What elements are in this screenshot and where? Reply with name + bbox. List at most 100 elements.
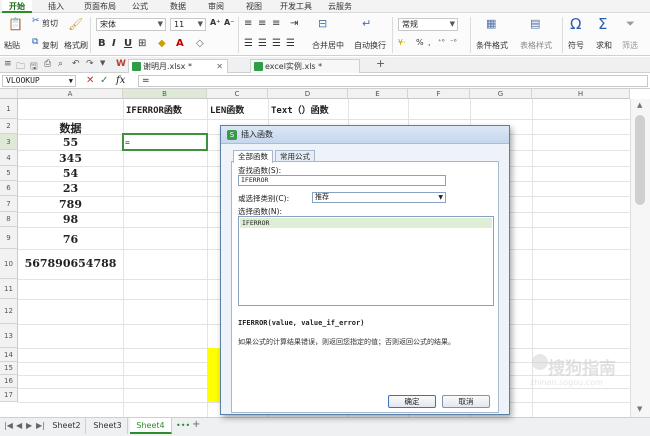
insert-function-button[interactable]: fx bbox=[116, 75, 125, 87]
table-style-icon[interactable]: ▤ bbox=[530, 17, 540, 30]
name-box[interactable]: VLOOKUP ▼ bbox=[2, 75, 76, 87]
align-middle-icon[interactable]: ≡ bbox=[258, 18, 266, 29]
font-name-select[interactable]: 宋体 ▼ bbox=[96, 18, 166, 31]
row-header[interactable]: 17 bbox=[0, 388, 18, 402]
cell-d1[interactable]: Text（）函数 bbox=[271, 103, 329, 116]
close-icon[interactable]: ✕ bbox=[216, 60, 223, 73]
clear-format-icon[interactable]: ◇ bbox=[196, 38, 204, 49]
column-header[interactable]: B bbox=[123, 89, 207, 99]
symbol-button[interactable]: 符号 bbox=[568, 40, 584, 51]
tab-all-functions[interactable]: 全部函数 bbox=[233, 150, 273, 163]
prev-sheet-icon[interactable]: ◀ bbox=[16, 421, 22, 430]
tab-page-layout[interactable]: 页面布局 bbox=[80, 0, 120, 13]
row-header[interactable]: 3 bbox=[0, 134, 18, 150]
paste-button[interactable]: 粘贴 bbox=[4, 40, 20, 51]
print-icon[interactable]: ⎙ bbox=[44, 59, 51, 69]
cell-a6[interactable]: 23 bbox=[18, 182, 123, 195]
formula-input[interactable]: = bbox=[138, 75, 648, 87]
align-top-icon[interactable]: ≡ bbox=[244, 18, 252, 29]
align-left-icon[interactable]: ☰ bbox=[244, 38, 253, 49]
sheet-tab-active[interactable]: Sheet4 bbox=[130, 418, 172, 434]
row-header[interactable]: 14 bbox=[0, 348, 18, 362]
cell-c1[interactable]: LEN函数 bbox=[210, 103, 244, 116]
font-size-select[interactable]: 11 ▼ bbox=[170, 18, 206, 31]
column-header[interactable]: D bbox=[268, 89, 348, 99]
row-header[interactable]: 9 bbox=[0, 227, 18, 249]
row-header[interactable]: 1 bbox=[0, 99, 18, 119]
copy-icon[interactable]: ⧉ bbox=[32, 37, 38, 47]
row-header[interactable]: 7 bbox=[0, 196, 18, 212]
undo-icon[interactable]: ↶ bbox=[72, 59, 80, 69]
row-header[interactable]: 13 bbox=[0, 324, 18, 348]
cell-b3[interactable]: = bbox=[125, 138, 130, 147]
sum-button[interactable]: 求和 bbox=[596, 40, 612, 51]
new-tab-icon[interactable]: + bbox=[376, 57, 385, 70]
scroll-thumb[interactable] bbox=[635, 115, 645, 205]
first-sheet-icon[interactable]: |◀ bbox=[4, 421, 13, 430]
border-icon[interactable]: ⊞ bbox=[138, 38, 146, 49]
cell-a2[interactable]: 数据 bbox=[18, 120, 123, 136]
row-header[interactable]: 15 bbox=[0, 362, 18, 375]
function-list[interactable]: IFERROR bbox=[238, 216, 494, 306]
align-bottom-icon[interactable]: ≡ bbox=[272, 18, 280, 29]
brush-icon[interactable]: 🖌 bbox=[68, 17, 83, 31]
bold-icon[interactable]: B bbox=[98, 38, 106, 49]
filter-icon[interactable]: ⏷ bbox=[626, 17, 635, 31]
table-style-button[interactable]: 表格样式 bbox=[520, 40, 552, 51]
add-sheet-icon[interactable]: + bbox=[192, 419, 200, 430]
column-header[interactable]: C bbox=[207, 89, 268, 99]
copy-button[interactable]: 复制 bbox=[42, 40, 58, 51]
filter-button[interactable]: 筛选 bbox=[622, 40, 638, 51]
tab-cloud-service[interactable]: 云服务 bbox=[324, 0, 356, 13]
sheet-tab[interactable]: Sheet3 bbox=[88, 418, 128, 434]
column-header[interactable]: E bbox=[348, 89, 408, 99]
cell-a7[interactable]: 789 bbox=[18, 198, 123, 211]
category-select[interactable]: 推荐 ▼ bbox=[312, 192, 446, 203]
chevron-down-icon[interactable]: ▼ bbox=[100, 59, 105, 67]
function-search-input[interactable]: IFERROR bbox=[238, 175, 446, 186]
row-header[interactable]: 2 bbox=[0, 119, 18, 134]
number-format-select[interactable]: 常规 ▼ bbox=[398, 18, 458, 31]
cancel-formula-button[interactable]: ✕ bbox=[86, 75, 94, 87]
menu-icon[interactable]: ≡ bbox=[4, 59, 12, 69]
tab-formulas[interactable]: 公式 bbox=[128, 0, 152, 13]
row-header[interactable]: 16 bbox=[0, 375, 18, 388]
row-header[interactable]: 5 bbox=[0, 166, 18, 181]
sigma-icon[interactable]: Σ bbox=[598, 15, 607, 33]
column-header[interactable]: F bbox=[408, 89, 470, 99]
tab-insert[interactable]: 插入 bbox=[44, 0, 68, 13]
tab-developer[interactable]: 开发工具 bbox=[276, 0, 316, 13]
row-header[interactable]: 6 bbox=[0, 181, 18, 196]
active-cell[interactable] bbox=[122, 133, 208, 151]
next-sheet-icon[interactable]: ▶ bbox=[26, 421, 32, 430]
row-header[interactable]: 10 bbox=[0, 249, 18, 279]
row-header[interactable]: 4 bbox=[0, 150, 18, 166]
scissors-icon[interactable]: ✂ bbox=[32, 16, 40, 26]
sheet-tab[interactable]: Sheet2 bbox=[48, 418, 86, 434]
conditional-format-button[interactable]: 条件格式 bbox=[476, 40, 508, 51]
column-header[interactable]: G bbox=[470, 89, 532, 99]
italic-icon[interactable]: I bbox=[112, 38, 116, 49]
align-center-icon[interactable]: ☰ bbox=[258, 38, 267, 49]
conditional-format-icon[interactable]: ▦ bbox=[486, 17, 496, 30]
cell-a5[interactable]: 54 bbox=[18, 167, 123, 180]
font-grow-icon[interactable]: A⁺ bbox=[210, 18, 220, 27]
cell-a8[interactable]: 98 bbox=[18, 213, 123, 226]
cell-b1[interactable]: IFERROR函数 bbox=[126, 103, 182, 116]
indent-icon[interactable]: ⇥ bbox=[290, 18, 298, 29]
align-right-icon[interactable]: ☰ bbox=[272, 38, 281, 49]
decimal-increase-icon[interactable]: ⁺⁰ bbox=[438, 38, 445, 46]
omega-icon[interactable]: Ω bbox=[570, 15, 581, 33]
tab-review[interactable]: 审阅 bbox=[204, 0, 228, 13]
doc-tab-inactive[interactable]: excel实例.xls * bbox=[250, 59, 360, 73]
doc-tab-active[interactable]: 谢明月.xlsx * ✕ bbox=[128, 59, 228, 73]
cell-a10[interactable]: 567890654788 bbox=[18, 257, 123, 270]
paste-icon[interactable]: 📋 bbox=[8, 17, 23, 31]
fill-color-icon[interactable]: ◆ bbox=[158, 38, 166, 49]
tab-view[interactable]: 视图 bbox=[242, 0, 266, 13]
cell-a3[interactable]: 55 bbox=[18, 136, 123, 149]
tab-home[interactable]: 开始 bbox=[2, 0, 32, 13]
redo-icon[interactable]: ↷ bbox=[86, 59, 94, 69]
row-header[interactable]: 8 bbox=[0, 212, 18, 227]
font-shrink-icon[interactable]: A⁻ bbox=[224, 18, 234, 27]
